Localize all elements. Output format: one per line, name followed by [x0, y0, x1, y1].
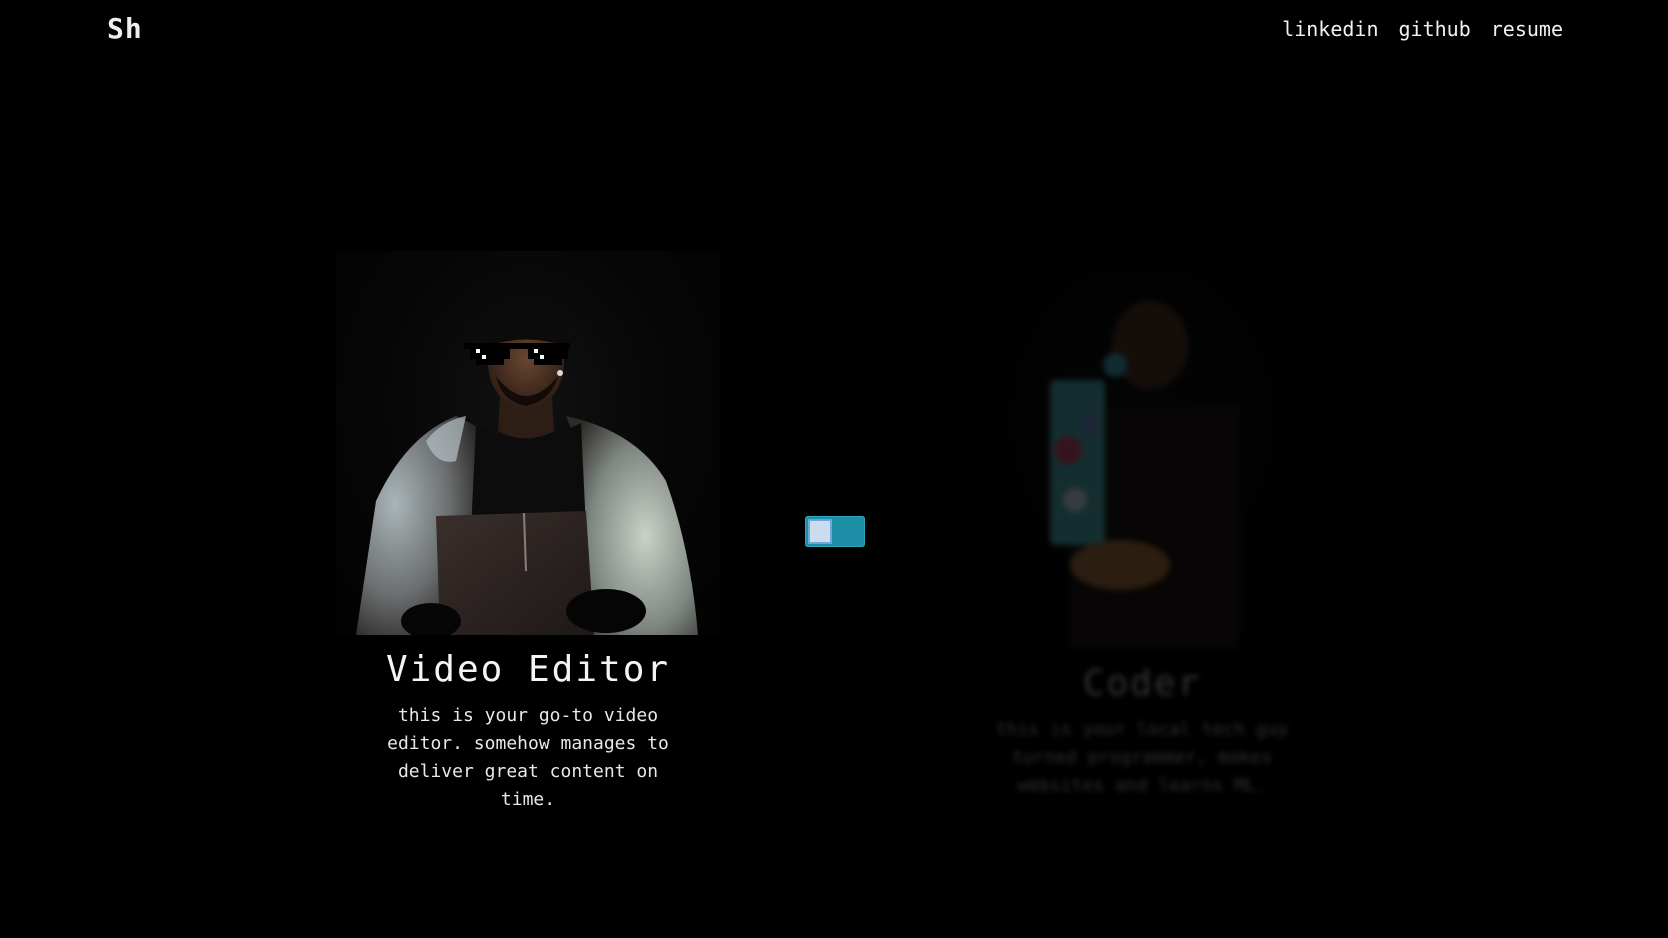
card-title: Coder: [1082, 663, 1202, 704]
coder-photo: [950, 265, 1334, 649]
site-header: Sh linkedin github resume: [0, 0, 1668, 60]
card-title: Video Editor: [385, 649, 671, 690]
top-nav: linkedin github resume: [1282, 17, 1563, 41]
card-coder[interactable]: Coder this is your local tech guy turned…: [950, 265, 1334, 800]
site-logo[interactable]: Sh: [107, 12, 143, 45]
role-toggle-switch[interactable]: [805, 516, 865, 547]
toggle-knob[interactable]: [808, 519, 832, 544]
nav-link-github[interactable]: github: [1399, 17, 1471, 41]
video-editor-photo: [336, 251, 720, 635]
card-description: this is your go-to video editor. somehow…: [387, 705, 669, 810]
card-video-editor: Video Editor this is your go-to video ed…: [336, 251, 720, 814]
card-description: this is your local tech guy turned progr…: [995, 719, 1289, 796]
nav-link-resume[interactable]: resume: [1491, 17, 1563, 41]
nav-link-linkedin[interactable]: linkedin: [1282, 17, 1378, 41]
